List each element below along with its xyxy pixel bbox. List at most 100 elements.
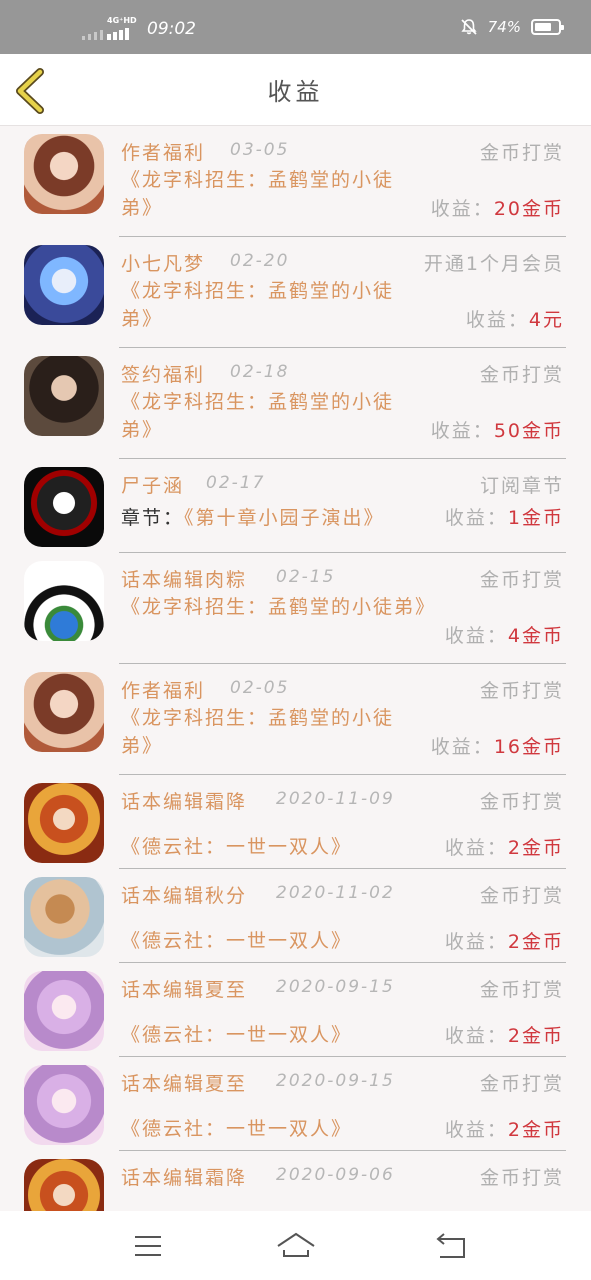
book-title: 《龙字科招生：孟鹤堂的小徒弟》 xyxy=(121,707,395,757)
transaction-type: 金币打赏 xyxy=(479,364,564,386)
earnings-list: 作者福利 03-05 金币打赏 《龙字科招生：孟鹤堂的小徒弟》 收益：20金币 小七凡梦 0… xyxy=(0,126,591,1211)
earnings-amount: 1金币 xyxy=(507,507,564,529)
sender-name: 话本编辑肉粽 xyxy=(121,569,248,591)
mute-bell-icon xyxy=(461,19,477,35)
battery-level xyxy=(535,23,551,31)
earnings-amount: 50金币 xyxy=(493,420,564,442)
date: 02-20 xyxy=(230,251,290,271)
sender-name: 作者福利 xyxy=(121,680,206,702)
list-item[interactable]: 尸子涵 02-17 订阅章节章节：《第十章小园子演出》 收益：1金币 xyxy=(0,459,591,553)
avatar xyxy=(24,245,104,325)
back-nav-button[interactable] xyxy=(430,1229,470,1263)
date: 02-05 xyxy=(230,678,290,698)
date: 02-17 xyxy=(206,473,266,493)
date: 02-15 xyxy=(276,567,336,587)
earnings-amount: 2金币 xyxy=(507,931,564,953)
avatar xyxy=(24,783,104,863)
clock: 09:02 xyxy=(147,19,196,39)
list-item[interactable]: 话本编辑夏至 2020-09-15 金币打赏 《德云社：一世一双人》 收益：2金币 xyxy=(0,963,591,1057)
battery-cap xyxy=(561,25,564,30)
earnings-label: 收益： xyxy=(430,198,494,220)
book-title: 《德云社：一世一双人》 xyxy=(121,930,353,952)
sender-name: 签约福利 xyxy=(121,364,206,386)
transaction-type: 金币打赏 xyxy=(479,1073,564,1095)
sender-name: 话本编辑夏至 xyxy=(121,1073,248,1095)
earnings: 收益：16金币 xyxy=(431,732,564,759)
battery-percent: 74% xyxy=(487,18,521,36)
earnings-label: 收益： xyxy=(430,736,494,758)
earnings-label: 收益： xyxy=(444,931,508,953)
home-button[interactable] xyxy=(276,1229,316,1263)
earnings: 收益：2金币 xyxy=(445,1021,564,1048)
earnings: 收益：2金币 xyxy=(445,833,564,860)
transaction-type: 金币打赏 xyxy=(479,885,564,907)
book-title: 《龙字科招生：孟鹤堂的小徒弟》 xyxy=(121,280,395,330)
avatar xyxy=(24,1159,104,1211)
book-title: 《德云社：一世一双人》 xyxy=(121,1024,353,1046)
list-item[interactable]: 作者福利 02-05 金币打赏《龙字科招生：孟鹤堂的小徒弟》收益：16金币 xyxy=(0,664,591,775)
avatar xyxy=(24,134,104,214)
sender-name: 小七凡梦 xyxy=(121,253,206,275)
earnings: 收益：50金币 xyxy=(431,416,564,443)
earnings: 收益：2金币 xyxy=(445,1115,564,1142)
transaction-type: 金币打赏 xyxy=(479,569,564,591)
transaction-type: 订阅章节 xyxy=(479,475,564,497)
transaction-type: 金币打赏 xyxy=(479,979,564,1001)
chapter-label: 章节： xyxy=(121,507,185,529)
menu-icon xyxy=(135,1236,161,1256)
date: 2020-11-02 xyxy=(276,883,395,903)
transaction-type: 金币打赏 xyxy=(479,680,564,702)
avatar xyxy=(24,561,104,641)
sender-name: 作者福利 xyxy=(121,142,206,164)
earnings-amount: 4金币 xyxy=(507,625,564,647)
menu-button[interactable] xyxy=(128,1229,168,1263)
earnings-label: 收益： xyxy=(444,837,508,859)
status-bar: 4G⁺HD 09:02 74% xyxy=(0,0,591,54)
transaction-type: 金币打赏 xyxy=(479,791,564,813)
status-left: 4G⁺HD 09:02 xyxy=(82,16,196,40)
network-type: 4G⁺HD xyxy=(107,16,137,25)
sender-name: 尸子涵 xyxy=(121,475,185,497)
transaction-type: 金币打赏 xyxy=(479,142,564,164)
date: 03-05 xyxy=(230,140,290,160)
list-item[interactable]: 话本编辑秋分 2020-11-02 金币打赏 《德云社：一世一双人》 收益：2金币 xyxy=(0,869,591,963)
status-right: 74% xyxy=(460,18,564,36)
page-title: 收益 xyxy=(267,78,324,106)
earnings-amount: 16金币 xyxy=(493,736,564,758)
earnings: 收益：4金币 xyxy=(445,621,564,648)
date: 02-18 xyxy=(230,362,290,382)
list-item[interactable]: 话本编辑夏至 2020-09-15 金币打赏《德云社：一世一双人》 收益：2金币 xyxy=(0,1057,591,1151)
earnings: 收益：2金币 xyxy=(445,927,564,954)
earnings-amount: 4元 xyxy=(528,309,564,331)
avatar xyxy=(24,877,104,957)
sender-name: 话本编辑夏至 xyxy=(121,979,248,1001)
earnings-label: 收益： xyxy=(444,1025,508,1047)
chapter-info: 章节：《第十章小园子演出》 xyxy=(121,503,385,530)
signal-icon xyxy=(107,28,129,40)
date: 2020-09-15 xyxy=(276,1071,395,1091)
list-item[interactable]: 签约福利 02-18 金币打赏 《龙字科招生：孟鹤堂的小徒弟》 收益：50金币 xyxy=(0,348,591,459)
earnings-amount: 2金币 xyxy=(507,1119,564,1141)
signal-secondary-icon xyxy=(82,24,103,40)
avatar xyxy=(24,356,104,436)
avatar xyxy=(24,1065,104,1145)
sender-name: 话本编辑霜降 xyxy=(121,791,248,813)
earnings-label: 收益： xyxy=(430,420,494,442)
app-header: 收益 xyxy=(0,54,591,126)
home-icon xyxy=(277,1232,315,1257)
network-indicator: 4G⁺HD xyxy=(107,16,137,40)
list-item[interactable]: 作者福利 03-05 金币打赏 《龙字科招生：孟鹤堂的小徒弟》 收益：20金币 xyxy=(0,126,591,237)
list-item[interactable]: 小七凡梦 02-20 开通1个月会员 《龙字科招生：孟鹤堂的小徒弟》 收益：4元 xyxy=(0,237,591,348)
list-item[interactable]: 话本编辑肉粽 02-15 金币打赏 《龙字科招生：孟鹤堂的小徒弟》 收益：4金币 xyxy=(0,553,591,664)
earnings-label: 收益： xyxy=(444,1119,508,1141)
chapter-title: 《第十章小园子演出》 xyxy=(184,507,385,529)
earnings-amount: 20金币 xyxy=(493,198,564,220)
book-title: 《德云社：一世一双人》 xyxy=(121,1118,353,1140)
earnings-label: 收益： xyxy=(465,309,529,331)
earnings-label: 收益： xyxy=(444,625,508,647)
earnings-amount: 2金币 xyxy=(507,837,564,859)
avatar xyxy=(24,672,104,752)
list-item[interactable]: 话本编辑霜降 2020-09-06 金币打赏 xyxy=(0,1151,591,1211)
earnings: 收益：1金币 xyxy=(445,503,564,530)
list-item[interactable]: 话本编辑霜降 2020-11-09 金币打赏 《德云社：一世一双人》 收益：2金币 xyxy=(0,775,591,869)
